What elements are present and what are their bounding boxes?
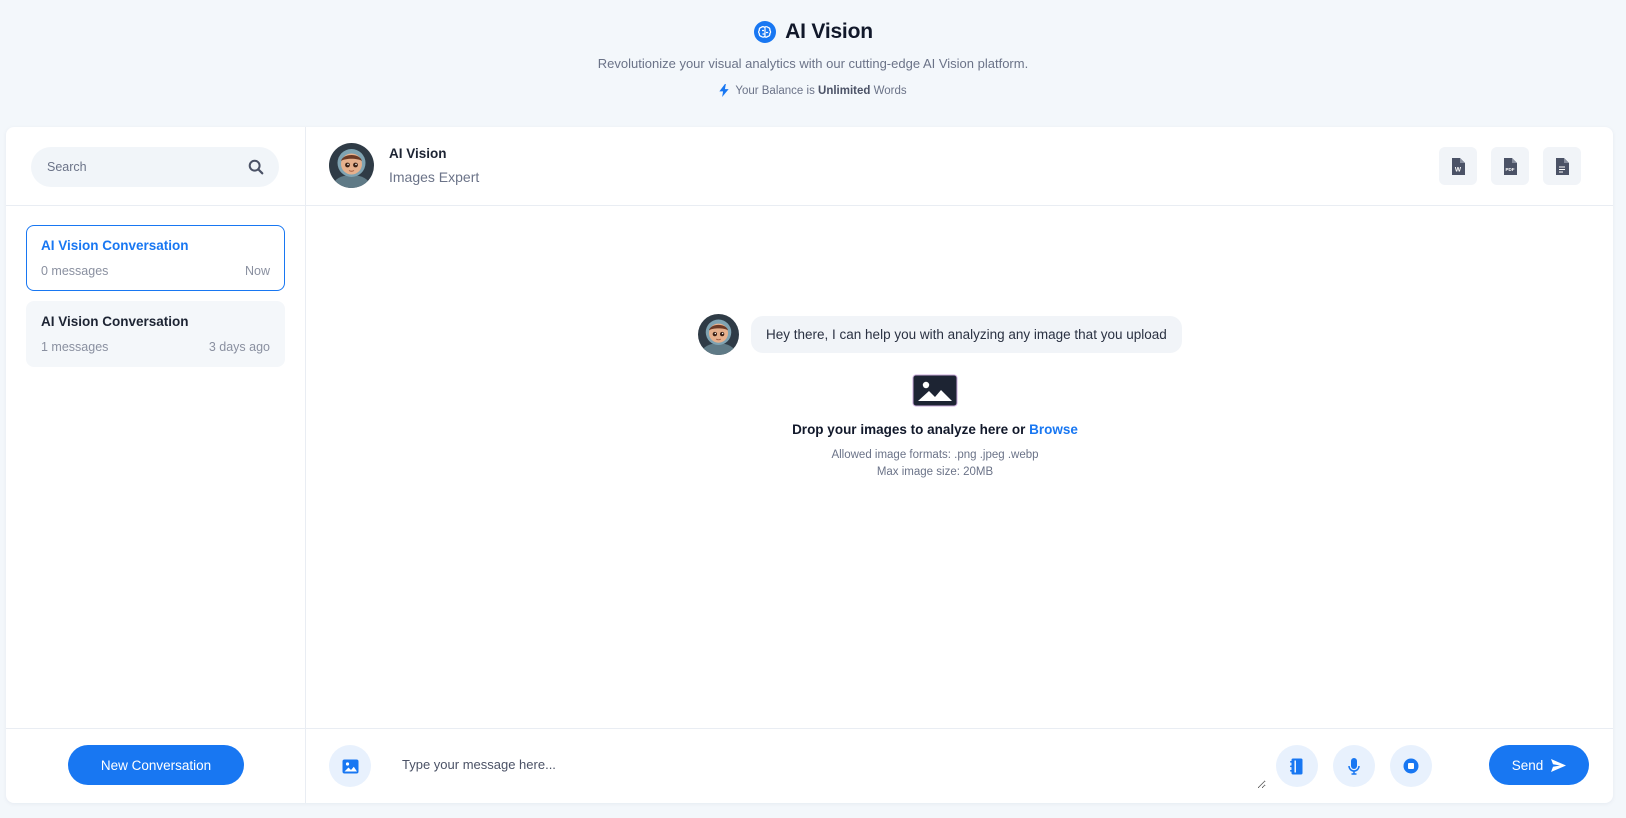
sidebar-search-area: [6, 127, 306, 206]
brain-icon: [754, 21, 777, 43]
svg-text:PDF: PDF: [1506, 167, 1515, 172]
page-subtitle: Revolutionize your visual analytics with…: [597, 56, 1029, 71]
export-word-button[interactable]: W: [1439, 147, 1477, 185]
conversation-message-count: 0 messages: [41, 264, 109, 278]
paper-plane-icon: [1551, 758, 1567, 772]
new-conversation-button[interactable]: New Conversation: [68, 745, 244, 785]
word-file-icon: W: [1452, 157, 1465, 175]
export-pdf-button[interactable]: PDF: [1491, 147, 1529, 185]
voice-input-button[interactable]: [1333, 745, 1375, 787]
app-card: AI Vision Conversation 0 messages Now AI…: [6, 127, 1613, 803]
stop-icon: [1403, 758, 1419, 774]
sidebar-footer: New Conversation: [6, 728, 306, 803]
lightning-icon: [719, 84, 729, 97]
balance-value: Unlimited: [818, 84, 871, 97]
attach-image-button[interactable]: [329, 745, 371, 787]
page-header: AI Vision Revolutionize your visual anal…: [0, 0, 1626, 126]
send-button[interactable]: Send: [1489, 745, 1589, 785]
balance-info: Your Balance is Unlimited Words: [0, 84, 1626, 97]
search-box: [31, 147, 279, 187]
allowed-formats: Allowed image formats: .png .jpeg .webp: [831, 449, 1039, 461]
chat-header: AI Vision Images Expert W PDF: [306, 127, 1613, 206]
image-drop-zone[interactable]: Drop your images to analyze here or Brow…: [698, 374, 1172, 478]
conversation-title: AI Vision Conversation: [41, 238, 189, 253]
max-size: Max image size: 20MB: [876, 466, 994, 478]
conversation-item[interactable]: AI Vision Conversation 0 messages Now: [26, 225, 285, 291]
svg-text:W: W: [1455, 166, 1462, 173]
assistant-role: Images Expert: [389, 169, 480, 185]
chat-composer: Send: [306, 728, 1613, 803]
conversation-title: AI Vision Conversation: [41, 314, 189, 329]
message-input[interactable]: [390, 743, 1266, 789]
assistant-avatar: [329, 143, 374, 188]
title-row: AI Vision: [0, 20, 1626, 44]
conversation-time: 3 days ago: [208, 340, 270, 354]
conversation-meta: 1 messages 3 days ago: [41, 340, 270, 354]
image-upload-icon: [912, 374, 958, 407]
assistant-name: AI Vision: [389, 146, 447, 161]
prompt-library-button[interactable]: [1276, 745, 1318, 787]
welcome-message-row: Hey there, I can help you with analyzing…: [698, 314, 1182, 355]
page-title: AI Vision: [785, 20, 873, 43]
pdf-file-icon: PDF: [1504, 157, 1517, 175]
export-actions: W PDF: [1439, 147, 1581, 185]
send-label: Send: [1511, 757, 1544, 773]
text-file-icon: [1556, 157, 1569, 175]
image-icon: [342, 759, 358, 773]
assistant-avatar: [698, 314, 739, 355]
search-icon[interactable]: [247, 158, 265, 176]
drop-text: Drop your images to analyze here or: [792, 422, 1026, 437]
search-input[interactable]: [31, 147, 231, 187]
stop-button[interactable]: [1390, 745, 1432, 787]
conversation-time: Now: [244, 264, 270, 278]
balance-suffix: Words: [873, 84, 907, 97]
notebook-icon: [1290, 758, 1303, 774]
welcome-message-bubble: Hey there, I can help you with analyzing…: [751, 316, 1182, 353]
conversation-message-count: 1 messages: [41, 340, 109, 354]
browse-link[interactable]: Browse: [1029, 422, 1078, 437]
chat-panel: AI Vision Images Expert W PDF Hey there,…: [306, 127, 1613, 803]
conversation-meta: 0 messages Now: [41, 264, 270, 278]
balance-prefix: Your Balance is: [735, 84, 815, 97]
chat-body: Hey there, I can help you with analyzing…: [306, 206, 1613, 728]
microphone-icon: [1348, 757, 1360, 775]
conversation-list: AI Vision Conversation 0 messages Now AI…: [26, 225, 285, 377]
drop-instructions: Drop your images to analyze here or Brow…: [698, 422, 1172, 437]
conversation-item[interactable]: AI Vision Conversation 1 messages 3 days…: [26, 301, 285, 367]
export-text-button[interactable]: [1543, 147, 1581, 185]
conversation-sidebar: AI Vision Conversation 0 messages Now AI…: [6, 127, 306, 803]
